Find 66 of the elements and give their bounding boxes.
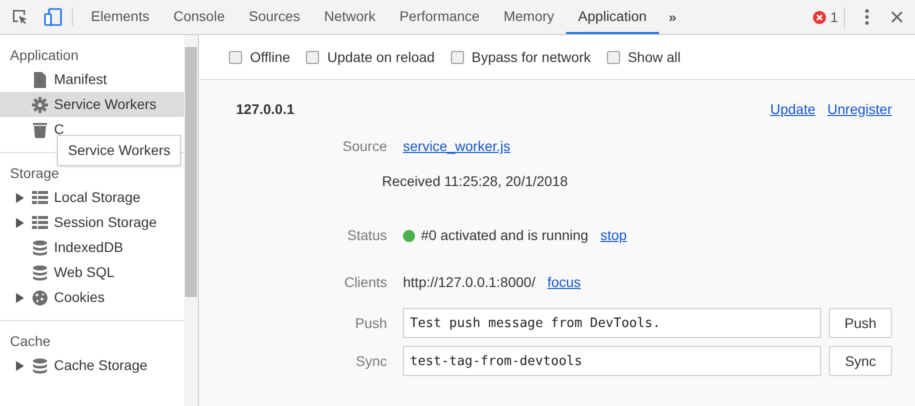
sidebar-item[interactable]: Web SQL bbox=[0, 260, 184, 285]
checkbox[interactable] bbox=[306, 50, 320, 64]
action-button[interactable]: Push bbox=[829, 308, 892, 338]
checkbox[interactable] bbox=[606, 50, 620, 64]
text-field[interactable]: Test push message from DevTools. bbox=[403, 308, 821, 338]
expand-arrow-icon[interactable] bbox=[16, 292, 24, 302]
row-label: Status bbox=[346, 226, 388, 245]
section-title: Cache bbox=[9, 332, 52, 351]
tab[interactable]: Application bbox=[566, 0, 659, 34]
gear-icon bbox=[32, 96, 48, 112]
device-icon[interactable] bbox=[44, 8, 62, 26]
more-options-icon[interactable] bbox=[865, 9, 869, 25]
checkbox-label: Offline bbox=[250, 48, 290, 66]
database-icon bbox=[32, 264, 48, 280]
tab[interactable]: Elements bbox=[79, 0, 162, 34]
sidebar-item[interactable]: IndexedDB bbox=[0, 235, 184, 260]
action-link[interactable]: Update bbox=[770, 98, 816, 120]
focus-link[interactable]: focus bbox=[547, 272, 581, 293]
row-label: Source bbox=[342, 137, 388, 156]
section-title: Application bbox=[9, 46, 80, 65]
error-icon bbox=[813, 10, 826, 24]
checkbox-label: Show all bbox=[628, 48, 681, 66]
tab[interactable]: Sources bbox=[236, 0, 312, 34]
sidebar-item[interactable]: Service Workers bbox=[0, 92, 184, 117]
section-title: Storage bbox=[9, 164, 60, 183]
row-label: Clients bbox=[343, 273, 388, 292]
received-text: Received 11:25:28, 20/1/2018 bbox=[382, 172, 568, 191]
expand-arrow-icon[interactable] bbox=[16, 360, 24, 370]
tooltip: Service Workers bbox=[57, 135, 182, 166]
scrollbar[interactable] bbox=[184, 35, 198, 406]
action-button[interactable]: Sync bbox=[829, 346, 892, 376]
tab[interactable]: Console bbox=[161, 0, 237, 34]
checkbox[interactable] bbox=[229, 50, 242, 64]
stop-link[interactable]: stop bbox=[600, 225, 627, 246]
checkbox-label: Update on reload bbox=[327, 48, 435, 67]
sidebar-item[interactable]: Session Storage bbox=[0, 210, 184, 235]
table-icon bbox=[32, 191, 48, 204]
database-icon bbox=[32, 240, 48, 256]
database-icon bbox=[32, 358, 48, 374]
file-icon bbox=[33, 72, 47, 88]
text-field[interactable]: test-tag-from-devtools bbox=[403, 346, 821, 376]
cookie-icon bbox=[32, 290, 48, 306]
close-icon[interactable] bbox=[891, 11, 903, 23]
source-link[interactable]: service_worker.js bbox=[403, 136, 510, 157]
tab[interactable]: Performance bbox=[387, 0, 492, 34]
action-link[interactable]: Unregister bbox=[827, 98, 892, 120]
checkbox[interactable] bbox=[450, 50, 464, 64]
sidebar-item[interactable]: Manifest bbox=[0, 67, 184, 92]
expand-arrow-icon[interactable] bbox=[16, 192, 24, 202]
expand-arrow-icon[interactable] bbox=[16, 218, 24, 228]
error-count[interactable]: 1 bbox=[830, 6, 838, 28]
client-url: http://127.0.0.1:8000/ bbox=[403, 273, 536, 292]
row-label: Push bbox=[354, 314, 388, 332]
tab[interactable]: Memory bbox=[492, 0, 566, 34]
sidebar-item[interactable]: Cookies bbox=[0, 285, 184, 310]
table-icon bbox=[32, 216, 48, 229]
sidebar-item[interactable]: Local Storage bbox=[0, 185, 184, 210]
status-text: #0 activated and is running bbox=[421, 226, 588, 245]
origin-title: 127.0.0.1 bbox=[236, 100, 294, 118]
trash-icon bbox=[33, 122, 47, 138]
inspect-icon[interactable] bbox=[12, 9, 28, 25]
more-tabs-button[interactable]: » bbox=[658, 0, 686, 34]
sidebar-item[interactable]: Cache Storage bbox=[0, 353, 184, 378]
row-label: Sync bbox=[354, 352, 388, 371]
checkbox-label: Bypass for network bbox=[472, 48, 591, 67]
tab[interactable]: Network bbox=[312, 0, 388, 34]
